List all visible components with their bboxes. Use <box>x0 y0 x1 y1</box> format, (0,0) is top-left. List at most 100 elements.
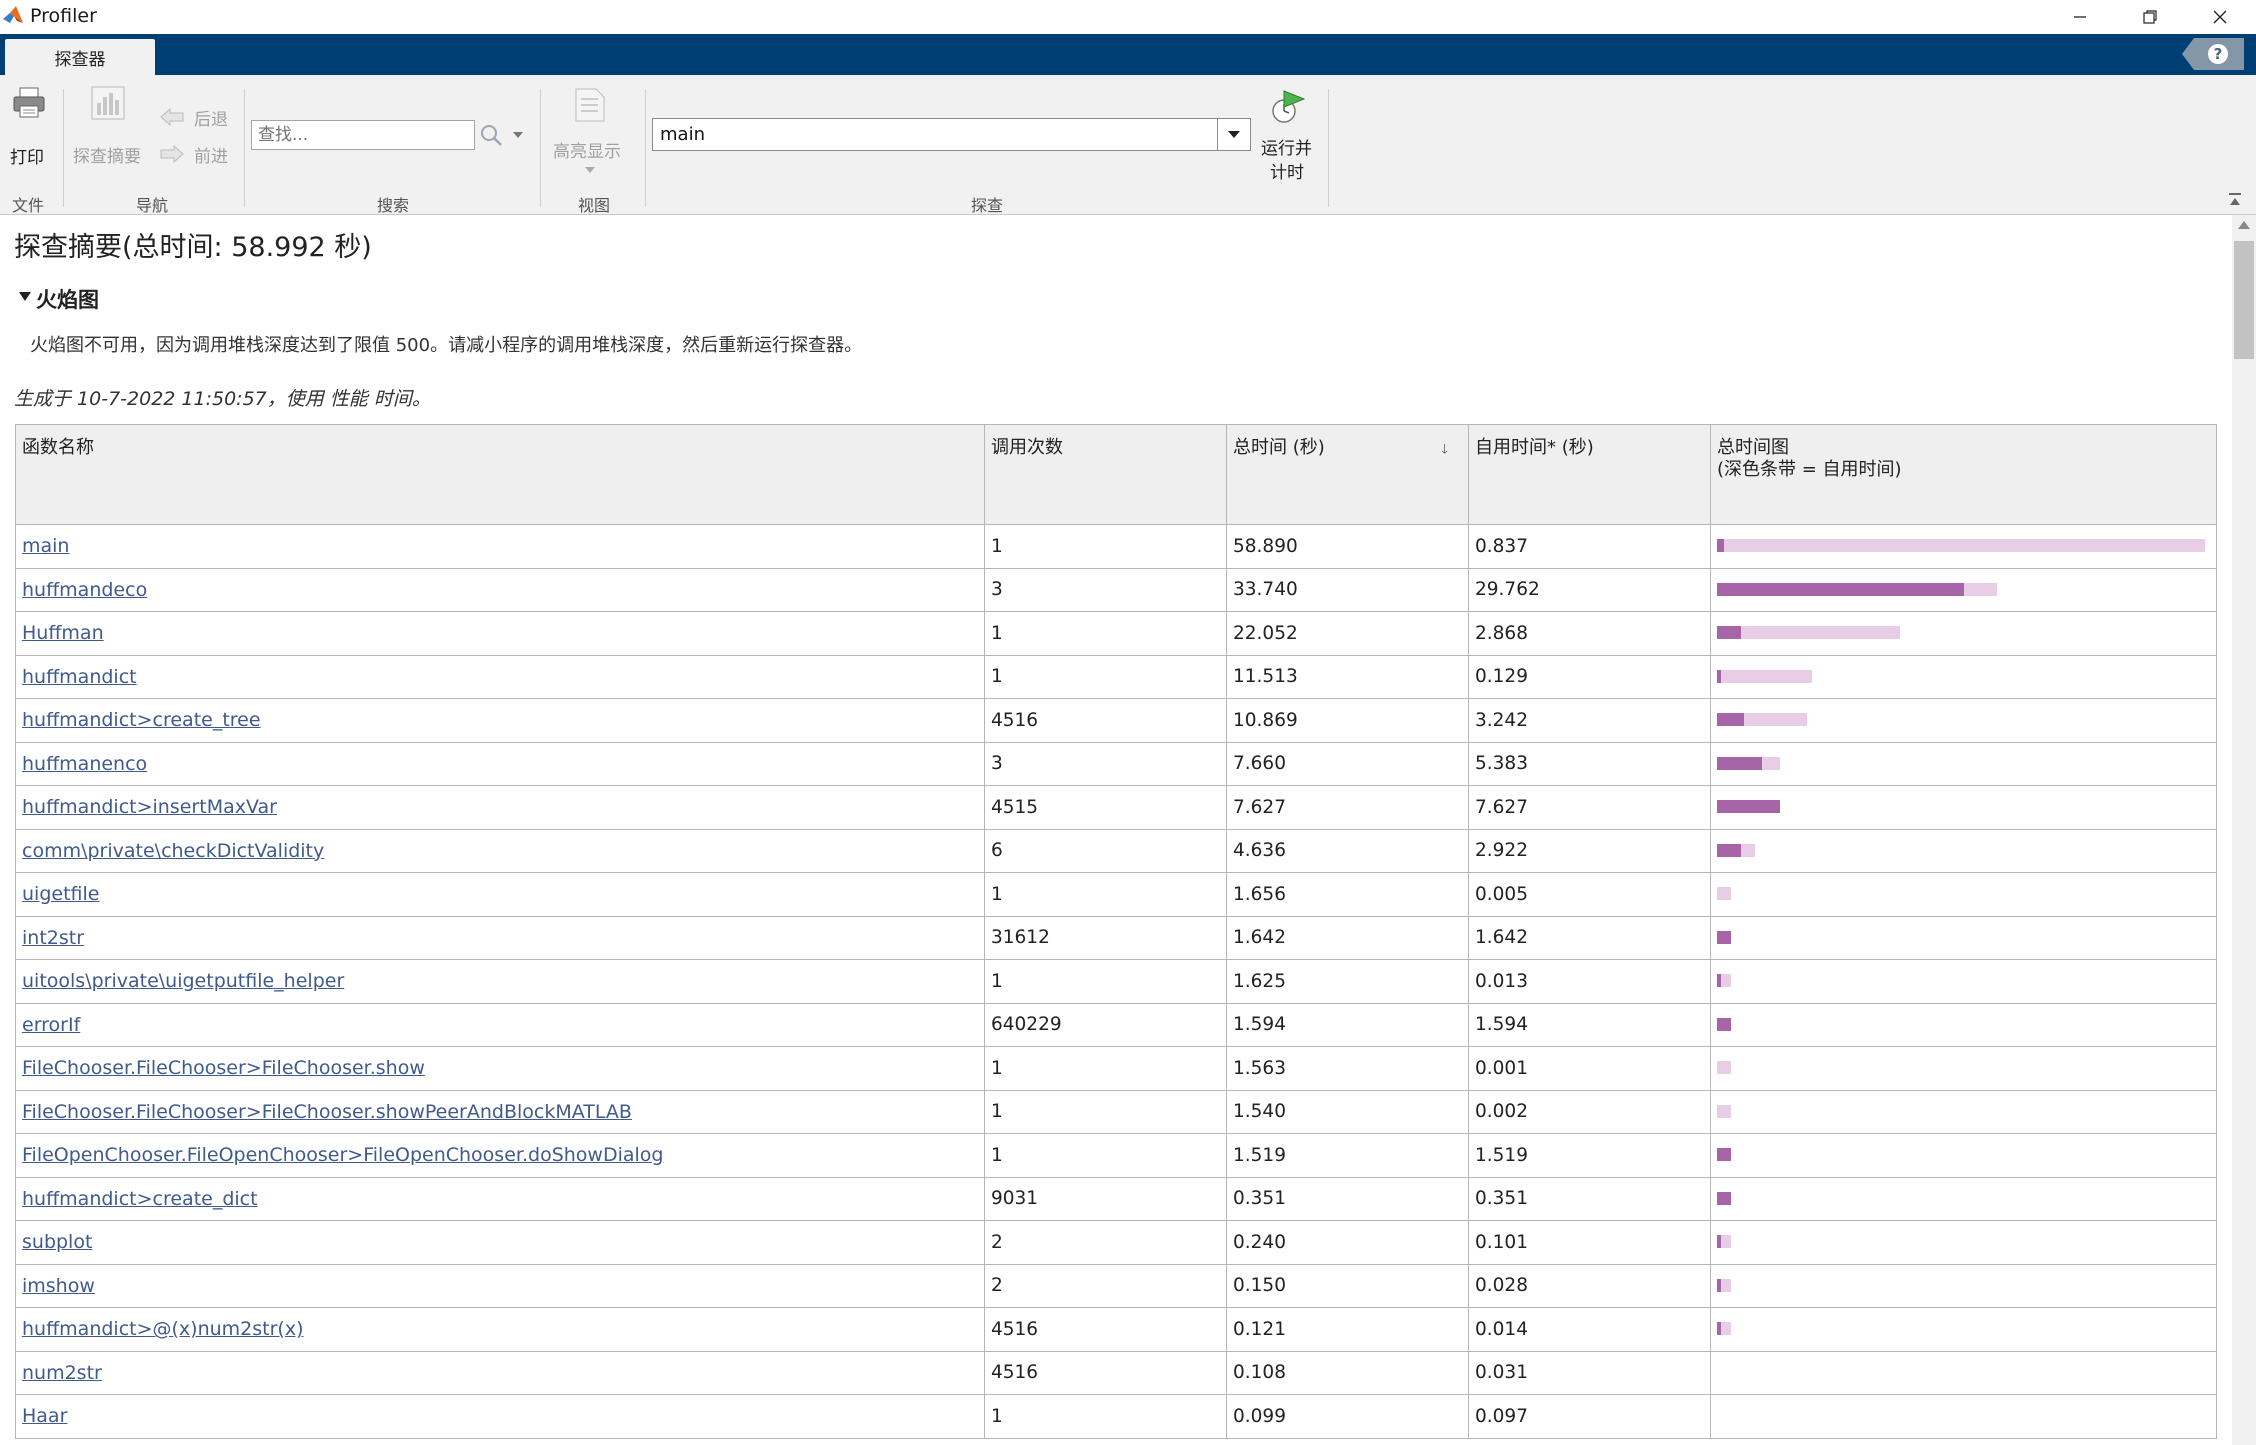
summary-button[interactable]: 探查摘要 <box>70 85 150 167</box>
total-time-cell: 1.540 <box>1226 1089 1469 1134</box>
time-plot-cell <box>1710 1002 2217 1047</box>
table-row: comm\private\checkDictValidity 6 4.636 2.92… <box>15 828 2217 873</box>
table-row: huffmanenco 3 7.660 5.383 <box>15 741 2217 786</box>
column-header-self-time[interactable]: 自用时间* (秒) <box>1468 424 1711 525</box>
function-link[interactable]: uitools\private\uigetputfile_helper <box>15 959 985 1004</box>
total-time-bar <box>1717 539 2205 552</box>
function-link[interactable]: huffmandict>create_dict <box>15 1176 985 1221</box>
function-link[interactable]: huffmandict>insertMaxVar <box>15 785 985 830</box>
close-button[interactable] <box>2185 0 2255 34</box>
self-time-cell: 0.097 <box>1468 1394 1711 1439</box>
column-header-calls[interactable]: 调用次数 <box>984 424 1227 525</box>
search-icon <box>481 125 502 146</box>
restore-button[interactable] <box>2115 0 2185 34</box>
time-plot-cell <box>1710 785 2217 830</box>
time-plot-cell <box>1710 959 2217 1004</box>
table-row: huffmandict>create_tree 4516 10.869 3.242 <box>15 698 2217 743</box>
function-link[interactable]: comm\private\checkDictValidity <box>15 828 985 873</box>
self-time-bar <box>1717 539 1724 552</box>
printer-icon <box>13 87 45 118</box>
self-time-cell: 0.014 <box>1468 1307 1711 1352</box>
profile-summary-table: 函数名称 调用次数 总时间 (秒) 🡓 自用时间* (秒) 总时间图 (深色条带 =… <box>15 424 2217 1439</box>
search-input[interactable] <box>251 120 475 150</box>
expand-triangle-icon[interactable] <box>19 292 31 302</box>
total-time-cell: 1.563 <box>1226 1046 1469 1091</box>
group-separator <box>540 89 541 207</box>
calls-cell: 6 <box>984 828 1227 873</box>
self-time-bar <box>1717 1235 1721 1248</box>
function-link[interactable]: errorIf <box>15 1002 985 1047</box>
total-time-bar <box>1717 669 1813 683</box>
time-plot-cell <box>1710 1307 2217 1352</box>
function-link[interactable]: uigetfile <box>15 872 985 917</box>
column-header-total-time[interactable]: 总时间 (秒) 🡓 <box>1226 424 1469 525</box>
self-time-cell: 0.001 <box>1468 1046 1711 1091</box>
flame-graph-heading[interactable]: 火焰图 <box>36 284 99 314</box>
self-time-cell: 0.005 <box>1468 872 1711 917</box>
print-button[interactable]: 打印 <box>4 81 56 171</box>
time-plot-cell <box>1710 654 2217 699</box>
forward-button[interactable]: 前进 <box>158 141 236 167</box>
time-plot-cell <box>1710 611 2217 656</box>
time-plot-cell <box>1710 1133 2217 1178</box>
chevron-down-icon <box>585 167 595 173</box>
column-header-function[interactable]: 函数名称 <box>15 424 985 525</box>
function-link[interactable]: huffmandict>@(x)num2str(x) <box>15 1307 985 1352</box>
total-time-cell: 1.594 <box>1226 1002 1469 1047</box>
table-row: FileChooser.FileChooser>FileChooser.show… <box>15 1089 2217 1134</box>
run-timer-icon <box>1272 90 1306 123</box>
function-link[interactable]: huffmandict>create_tree <box>15 698 985 743</box>
dropdown-icon <box>1228 131 1240 138</box>
function-link[interactable]: FileChooser.FileChooser>FileChooser.show <box>15 1046 985 1091</box>
run-and-time-button[interactable]: 运行并 计时 <box>1256 89 1320 189</box>
table-row: FileChooser.FileChooser>FileChooser.show… <box>15 1046 2217 1091</box>
function-link[interactable]: Huffman <box>15 611 985 656</box>
function-link[interactable]: huffmanenco <box>15 741 985 786</box>
time-plot-cell <box>1710 1176 2217 1221</box>
dropdown-button[interactable] <box>1217 119 1250 150</box>
minimize-button[interactable] <box>2045 0 2115 34</box>
function-link[interactable]: FileOpenChooser.FileOpenChooser>FileOpen… <box>15 1133 985 1178</box>
function-link[interactable]: huffmandict <box>15 654 985 699</box>
self-time-cell: 0.028 <box>1468 1263 1711 1308</box>
function-link[interactable]: int2str <box>15 915 985 960</box>
back-button[interactable]: 后退 <box>158 104 236 130</box>
table-row: huffmandict>insertMaxVar 4515 7.627 7.627 <box>15 785 2217 830</box>
self-time-bar <box>1717 669 1721 683</box>
profile-summary-panel: 探查摘要(总时间: 58.992 秒) 火焰图 火焰图不可用，因为调用堆栈深度达… <box>0 215 2232 1445</box>
total-time-cell: 1.656 <box>1226 872 1469 917</box>
search-button[interactable] <box>477 122 531 148</box>
function-link[interactable]: Haar <box>15 1394 985 1439</box>
calls-cell: 4516 <box>984 698 1227 743</box>
time-plot-cell <box>1710 1220 2217 1265</box>
self-time-bar <box>1717 1017 1731 1031</box>
time-plot-cell <box>1710 915 2217 960</box>
function-link[interactable]: num2str <box>15 1350 985 1395</box>
total-time-cell: 0.240 <box>1226 1220 1469 1265</box>
calls-cell: 3 <box>984 567 1227 612</box>
scroll-up-icon[interactable] <box>2238 221 2250 229</box>
total-time-cell: 1.642 <box>1226 915 1469 960</box>
total-time-bar <box>1717 626 1900 639</box>
function-link[interactable]: main <box>15 524 985 569</box>
calls-cell: 2 <box>984 1220 1227 1265</box>
function-link[interactable]: huffmandeco <box>15 567 985 612</box>
collapse-toolstrip-icon[interactable] <box>2227 192 2243 208</box>
calls-cell: 1 <box>984 1394 1227 1439</box>
self-time-cell: 0.101 <box>1468 1220 1711 1265</box>
table-row: uigetfile 1 1.656 0.005 <box>15 872 2217 917</box>
help-button[interactable]: ? <box>2182 38 2244 70</box>
function-link[interactable]: FileChooser.FileChooser>FileChooser.show… <box>15 1089 985 1134</box>
table-row: FileOpenChooser.FileOpenChooser>FileOpen… <box>15 1133 2217 1178</box>
highlight-button[interactable]: 高亮显示 <box>548 87 632 187</box>
function-link[interactable]: imshow <box>15 1263 985 1308</box>
self-time-bar <box>1717 974 1721 987</box>
vertical-scrollbar[interactable] <box>2232 215 2256 1445</box>
tab-profiler[interactable]: 探查器 <box>5 39 155 75</box>
matlab-logo <box>3 6 23 23</box>
table-row: Haar 1 0.099 0.097 <box>15 1394 2217 1439</box>
function-select[interactable]: main <box>652 118 1251 151</box>
self-time-bar <box>1717 1278 1721 1292</box>
scrollbar-thumb[interactable] <box>2234 241 2254 359</box>
function-link[interactable]: subplot <box>15 1220 985 1265</box>
